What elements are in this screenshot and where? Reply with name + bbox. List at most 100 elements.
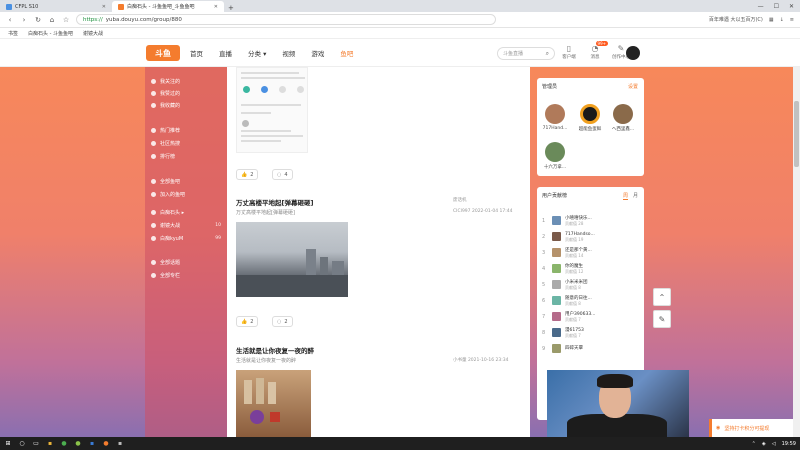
clock[interactable]: 19:59 bbox=[782, 441, 796, 447]
manager-item[interactable]: ヘ西里鑫... bbox=[610, 104, 636, 132]
sidebar-item-label: 白痴石头 ▸ bbox=[160, 210, 185, 216]
ranking-row[interactable]: 2 717Handso... 贡献值 19 bbox=[542, 231, 642, 242]
post-author[interactable]: 废话机 bbox=[453, 197, 467, 203]
messages[interactable]: 99+ ◔ 消息 bbox=[586, 41, 608, 60]
sidebar-item[interactable]: 我收藏的 bbox=[151, 102, 221, 109]
site-logo[interactable]: 斗鱼 bbox=[146, 45, 180, 61]
app-icon bbox=[243, 86, 250, 93]
post-image-cityscape[interactable] bbox=[236, 222, 348, 297]
sidebar-item[interactable]: 热门推荐 bbox=[151, 127, 221, 134]
page-scrollbar[interactable] bbox=[793, 67, 800, 437]
nav-home[interactable]: 首页 bbox=[190, 48, 203, 58]
comment-icon: ◌ bbox=[277, 171, 282, 178]
manager-item[interactable]: 717Hand... bbox=[542, 104, 568, 131]
extensions-icon[interactable]: ▦ bbox=[769, 17, 774, 23]
checkin-toast[interactable]: ◉ 坚持打卡积分可提现 bbox=[709, 419, 793, 437]
maximize-button[interactable]: ☐ bbox=[774, 3, 779, 10]
ranking-row[interactable]: 7 用户390633... 贡献值 7 bbox=[542, 311, 642, 322]
ranking-row[interactable]: 4 你的魔生 贡献值 12 bbox=[542, 263, 642, 274]
nav-yuba[interactable]: 鱼吧 bbox=[340, 48, 353, 58]
search-box[interactable]: 斗鱼直播 ⌕ bbox=[497, 47, 555, 60]
ranking-row[interactable]: 1 小嘻嘻快乐... 贡献值 28 bbox=[542, 215, 642, 226]
bookmark-item[interactable]: 白痴石头 - 斗鱼鱼吧 bbox=[28, 30, 73, 37]
sidebar-item[interactable]: 全部专栏 bbox=[151, 272, 221, 279]
nav-category[interactable]: 分类 ▾ bbox=[248, 48, 266, 58]
tab-week[interactable]: 周 bbox=[622, 192, 628, 200]
post-image-screenshot[interactable] bbox=[236, 67, 308, 153]
app-icon bbox=[279, 86, 286, 93]
user-avatar[interactable] bbox=[626, 46, 640, 60]
post-title[interactable]: 生活就是让你夜复一夜的醉 bbox=[236, 345, 314, 355]
search-icon[interactable]: ⌕ bbox=[546, 50, 549, 58]
home-icon[interactable]: ⌂ bbox=[48, 16, 56, 24]
ranking-row[interactable]: 5 小米米米团 贡献值 8 bbox=[542, 279, 642, 290]
volume-icon[interactable]: ◁ bbox=[772, 441, 776, 447]
nav-live[interactable]: 直播 bbox=[219, 48, 232, 58]
scrollbar-thumb[interactable] bbox=[794, 101, 799, 167]
app-icon[interactable]: ▪ bbox=[116, 440, 124, 448]
bookmark-item[interactable]: 书签 bbox=[8, 30, 18, 37]
back-to-top-button[interactable]: ⌃ bbox=[653, 288, 671, 306]
comment-icon: ◌ bbox=[277, 318, 282, 325]
sidebar-item[interactable]: 全部话题 bbox=[151, 259, 221, 266]
bookmark-item[interactable]: 谢镜大战 bbox=[83, 30, 103, 37]
header-icons: ▯ 客户端 99+ ◔ 消息 ✎ 创作中心 bbox=[560, 41, 630, 60]
nav-games[interactable]: 游戏 bbox=[311, 48, 324, 58]
reload-icon[interactable]: ↻ bbox=[34, 16, 42, 24]
sidebar-item[interactable]: 谢镜大战 10 bbox=[151, 222, 221, 229]
nav-video[interactable]: 视频 bbox=[282, 48, 295, 58]
app-icon[interactable]: ▪ bbox=[88, 440, 96, 448]
sidebar-item[interactable]: 我赞过的 bbox=[151, 90, 221, 97]
sidebar-item[interactable]: 加入的鱼吧 bbox=[151, 191, 221, 198]
back-icon[interactable]: ‹ bbox=[6, 16, 14, 24]
tab-month[interactable]: 月 bbox=[633, 192, 638, 200]
sidebar-item[interactable]: 白痴石头 ▸ bbox=[151, 209, 221, 216]
browser-tab-1[interactable]: CFPL S10 ✕ bbox=[0, 1, 112, 12]
windows-start-icon[interactable]: ⊞ bbox=[4, 440, 12, 448]
comment-button[interactable]: ◌ 4 bbox=[272, 169, 293, 180]
post-title[interactable]: 万丈高楼平地起[弹幕砸砸] bbox=[236, 197, 313, 207]
forward-icon[interactable]: › bbox=[20, 16, 28, 24]
comment-button[interactable]: ◌ 2 bbox=[272, 316, 293, 327]
star-icon[interactable]: ☆ bbox=[62, 16, 70, 24]
ranking-row[interactable]: 3 还是那个黄... 贡献值 14 bbox=[542, 247, 642, 258]
browser-tab-2[interactable]: 白痴石头 - 斗鱼鱼吧_斗鱼鱼吧 ✕ bbox=[112, 1, 224, 12]
tray-arrow-icon[interactable]: ⌃ bbox=[752, 441, 756, 447]
ranking-row[interactable]: 6 随意的日往... 贡献值 8 bbox=[542, 295, 642, 306]
network-icon[interactable]: ◈ bbox=[762, 441, 766, 447]
download-icon[interactable]: ↓ bbox=[780, 17, 784, 23]
post-author[interactable]: 小书童 bbox=[453, 358, 467, 363]
rank-text: 小米米米团 贡献值 8 bbox=[565, 280, 588, 290]
app-icon[interactable]: ● bbox=[60, 440, 68, 448]
manager-item[interactable]: 超能鱼蛋鲜 bbox=[577, 104, 603, 132]
app-icon[interactable]: ▪ bbox=[46, 440, 54, 448]
sidebar-item-icon bbox=[151, 223, 156, 228]
close-icon[interactable]: ✕ bbox=[102, 4, 106, 10]
like-button[interactable]: 👍 2 bbox=[236, 316, 259, 327]
managers-settings-link[interactable]: 设置 bbox=[628, 83, 638, 90]
app-icon[interactable]: ● bbox=[74, 440, 82, 448]
edit-post-button[interactable]: ✎ bbox=[653, 310, 671, 328]
close-icon[interactable]: ✕ bbox=[214, 4, 218, 10]
search-icon[interactable]: ○ bbox=[18, 440, 26, 448]
sidebar-item[interactable]: 社区热搜 bbox=[151, 140, 221, 147]
like-button[interactable]: 👍 2 bbox=[236, 169, 259, 180]
client-download[interactable]: ▯ 客户端 bbox=[560, 44, 578, 60]
ranking-row[interactable]: 8 漫61753 贡献值 7 bbox=[542, 327, 642, 338]
sidebar-item[interactable]: 我关注的 bbox=[151, 78, 221, 85]
sidebar-item[interactable]: 排行榜 bbox=[151, 153, 221, 160]
manager-item[interactable]: 十六万拿... bbox=[542, 142, 568, 170]
post-image-table[interactable] bbox=[236, 370, 311, 437]
new-tab-button[interactable]: + bbox=[224, 4, 238, 12]
url-field[interactable]: https://yuba.douyu.com/group/880 bbox=[76, 14, 496, 25]
sidebar-item[interactable]: 全部鱼吧 bbox=[151, 178, 221, 185]
sidebar-item[interactable]: 白痴kyuM 99 bbox=[151, 235, 221, 242]
app-icon[interactable]: ● bbox=[102, 440, 110, 448]
rank-score: 贡献值 7 bbox=[565, 316, 581, 322]
menu-icon[interactable]: ≡ bbox=[790, 17, 794, 23]
task-view-icon[interactable]: ▭ bbox=[32, 440, 40, 448]
minimize-button[interactable]: — bbox=[758, 3, 764, 10]
ranking-row[interactable]: 9 四碎天覃 bbox=[542, 343, 642, 354]
close-window-button[interactable]: ✕ bbox=[789, 3, 794, 10]
rank-score: 贡献值 28 bbox=[565, 220, 584, 226]
